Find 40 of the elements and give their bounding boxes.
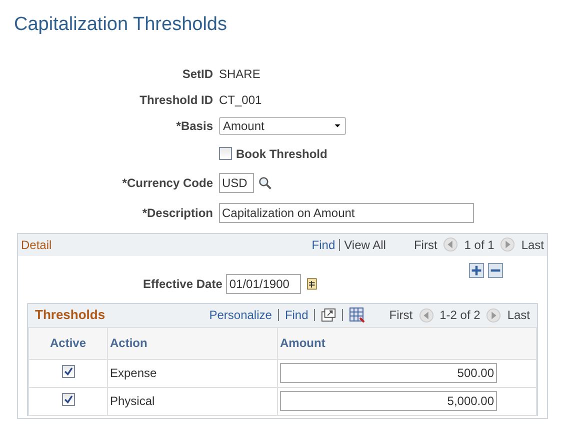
field-label: *Basis: [176, 118, 213, 134]
section-title: Detail: [21, 236, 52, 254]
delete-row-icon[interactable]: [488, 262, 503, 278]
field-value: CT_001: [219, 92, 262, 108]
date-field[interactable]: 01/01/1900: [226, 274, 302, 294]
description-field[interactable]: Capitalization on Amount: [219, 202, 474, 222]
field-label: Effective Date: [143, 276, 222, 292]
table-cell: Expense: [108, 359, 278, 387]
personalize-link[interactable]: Personalize: [209, 306, 272, 324]
field-value: SHARE: [219, 66, 260, 82]
new-window-icon[interactable]: [321, 308, 336, 322]
column-header: Amount: [278, 327, 536, 359]
field-label: SetID: [182, 66, 213, 82]
amount-field[interactable]: 500.00: [280, 363, 497, 383]
add-row-icon[interactable]: [469, 262, 484, 278]
checkbox[interactable]: [62, 393, 74, 406]
find-link[interactable]: Find: [312, 236, 336, 254]
grid-title: Thresholds: [35, 306, 106, 324]
column-header: Action: [108, 327, 278, 359]
basis-dropdown[interactable]: Amount: [219, 116, 346, 134]
checkbox[interactable]: [62, 365, 74, 378]
currency-field[interactable]: USD: [219, 173, 254, 193]
row-count: 1 of 1: [464, 236, 494, 254]
field-label: *Currency Code: [122, 175, 213, 192]
page-title: Capitalization Thresholds: [14, 13, 228, 37]
find-link[interactable]: Find: [284, 306, 308, 324]
field-label: *Description: [142, 204, 213, 222]
column-header: Active: [28, 327, 108, 359]
table-cell: Physical: [108, 387, 278, 415]
check-icon: [62, 366, 74, 377]
check-icon: [62, 394, 74, 405]
search-icon[interactable]: [258, 176, 272, 190]
calendar-icon[interactable]: [305, 276, 318, 291]
field-label: Threshold ID: [140, 92, 213, 108]
checkbox[interactable]: [219, 147, 232, 160]
view-all-link[interactable]: View All: [344, 236, 386, 254]
grid-icon[interactable]: [349, 307, 366, 323]
checkbox-label: Book Threshold: [236, 146, 328, 162]
row-count: 1-2 of 2: [440, 307, 480, 324]
amount-field[interactable]: 5,000.00: [280, 391, 497, 411]
